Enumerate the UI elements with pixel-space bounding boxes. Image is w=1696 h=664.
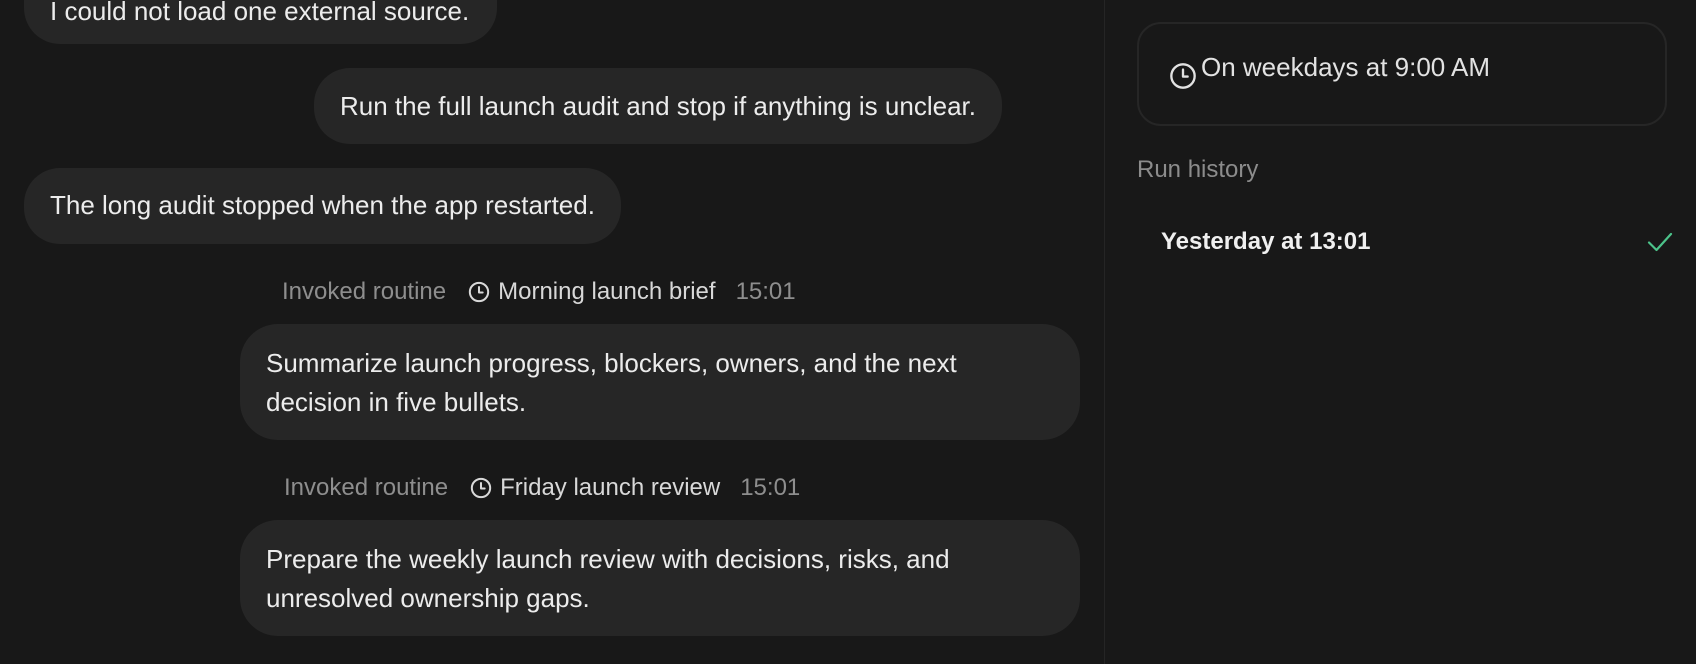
run-history-item-label: Yesterday at 13:01: [1161, 228, 1371, 255]
check-icon: [1647, 232, 1673, 252]
run-history-heading: Run history: [1137, 156, 1259, 183]
routine-name: Friday launch review: [500, 474, 721, 501]
routine-message: Summarize launch progress, blockers, own…: [240, 324, 1080, 440]
invoked-routine-label: Invoked routine: [284, 474, 449, 501]
invoked-routine-label: Invoked routine: [282, 278, 447, 305]
routine-name: Morning launch brief: [498, 278, 716, 305]
routine-link[interactable]: Friday launch review: [470, 474, 720, 502]
chat-thread: I could not load one external source. Ru…: [0, 0, 1105, 664]
message-text: The long audit stopped when the app rest…: [50, 190, 595, 220]
message-text: Summarize launch progress, blockers, own…: [266, 348, 957, 417]
message-text: Run the full launch audit and stop if an…: [340, 91, 976, 121]
routine-link[interactable]: Morning launch brief: [468, 278, 716, 306]
routine-sidebar: On weekdays at 9:00 AM Run history Yeste…: [1105, 0, 1696, 664]
message-text: I could not load one external source.: [50, 0, 470, 26]
clock-icon: [470, 477, 492, 499]
assistant-message: The long audit stopped when the app rest…: [24, 168, 621, 244]
routine-invocation-meta: Invoked routine Morning launch brief 15:…: [282, 274, 796, 310]
routine-message: Prepare the weekly launch review with de…: [240, 520, 1080, 636]
app-root: I could not load one external source. Ru…: [0, 0, 1696, 664]
message-time: 15:01: [735, 278, 796, 305]
routine-invocation-meta: Invoked routine Friday launch review 15:…: [284, 470, 800, 506]
run-history-item[interactable]: Yesterday at 13:01: [1137, 220, 1677, 264]
clock-icon: [1170, 63, 1196, 89]
user-message: Run the full launch audit and stop if an…: [314, 68, 1002, 144]
schedule-card[interactable]: On weekdays at 9:00 AM: [1137, 22, 1667, 126]
clock-icon: [468, 281, 490, 303]
message-text: Prepare the weekly launch review with de…: [266, 544, 950, 613]
message-time: 15:01: [740, 474, 801, 501]
schedule-text: On weekdays at 9:00 AM: [1201, 51, 1491, 82]
assistant-message: I could not load one external source.: [24, 0, 498, 44]
